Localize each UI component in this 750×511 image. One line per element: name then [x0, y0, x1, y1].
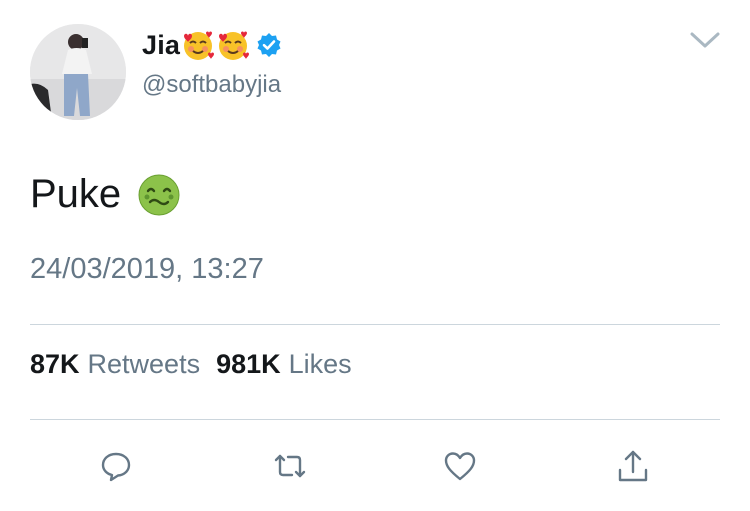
heart-icon: [444, 452, 476, 481]
user-handle[interactable]: @softbabyjia: [142, 71, 281, 99]
smiling-face-with-hearts-icon: [216, 28, 250, 62]
chevron-down-icon[interactable]: [688, 28, 722, 52]
retweets-count: 87K: [30, 349, 80, 379]
retweets-label: Retweets: [87, 349, 201, 379]
display-name[interactable]: Jia: [142, 30, 180, 61]
user-name-row[interactable]: Jia: [142, 28, 282, 62]
smiling-face-with-hearts-icon: [181, 28, 215, 62]
reply-icon: [101, 452, 131, 482]
share-button[interactable]: [613, 446, 653, 486]
retweets-stat[interactable]: 87K Retweets: [30, 349, 200, 380]
tweet-detail: Jia @softbabyjia Puke 24/03/2019, 13:27 …: [0, 0, 750, 511]
likes-count: 981K: [216, 349, 281, 379]
reply-button[interactable]: [96, 446, 136, 486]
tweet-stats: 87K Retweets 981K Likes: [30, 349, 352, 380]
tweet-timestamp[interactable]: 24/03/2019, 13:27: [30, 253, 264, 286]
tweet-text-content: Puke: [30, 172, 122, 216]
likes-label: Likes: [288, 349, 352, 379]
divider: [30, 419, 720, 420]
like-button[interactable]: [440, 446, 480, 486]
divider: [30, 324, 720, 325]
avatar[interactable]: [30, 24, 126, 120]
tweet-text: Puke: [30, 172, 181, 217]
verified-badge-icon: [256, 32, 282, 58]
likes-stat[interactable]: 981K Likes: [216, 349, 352, 380]
retweet-icon: [274, 454, 306, 478]
nauseated-face-icon: [137, 173, 181, 217]
retweet-button[interactable]: [270, 446, 310, 486]
share-icon: [618, 450, 648, 482]
